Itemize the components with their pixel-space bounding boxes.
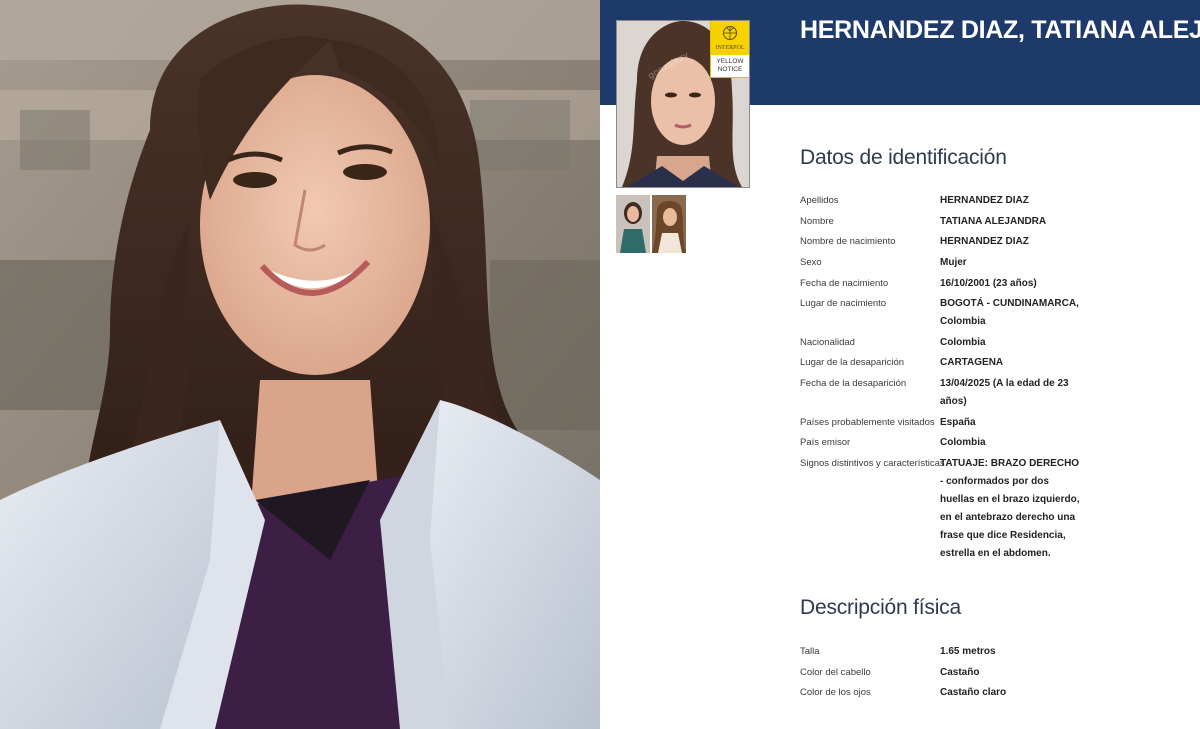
field-value: HERNANDEZ DIAZ bbox=[940, 236, 1029, 247]
portrait-photo bbox=[0, 0, 600, 729]
field-value: 1.65 metros bbox=[940, 646, 996, 657]
field-value: BOGOTÁ - CUNDINAMARCA, Colombia bbox=[940, 298, 1079, 327]
field-label: Apellidos bbox=[800, 195, 839, 206]
field-value: 16/10/2001 (23 años) bbox=[940, 278, 1037, 289]
field-label: Nacionalidad bbox=[800, 337, 855, 348]
identification-heading: Datos de identificación bbox=[800, 146, 1007, 169]
thumbnail-photo-2[interactable] bbox=[652, 195, 686, 253]
badge-type-label: YELLOW NOTICE bbox=[711, 58, 749, 74]
person-name-title: HERNANDEZ DIAZ, TATIANA ALEJANDRA bbox=[800, 16, 1200, 44]
field-label: Color de los ojos bbox=[800, 687, 871, 698]
field-value: Mujer bbox=[940, 257, 967, 268]
yellow-notice-badge: INTERPOL YELLOW NOTICE bbox=[710, 21, 749, 78]
field-value: Castaño claro bbox=[940, 687, 1007, 698]
field-value: HERNANDEZ DIAZ bbox=[940, 195, 1029, 206]
field-label: Lugar de la desaparición bbox=[800, 357, 905, 368]
field-value: 13/04/2025 (A la edad de 23 años) bbox=[940, 378, 1069, 407]
field-label: Color del cabello bbox=[800, 667, 871, 678]
field-value: Colombia bbox=[940, 337, 986, 348]
notice-page: HERNANDEZ DIAZ, TATIANA ALEJANDRA gonzal… bbox=[600, 0, 1200, 729]
field-label: Fecha de nacimiento bbox=[800, 278, 889, 289]
field-label: Países probablemente visitados bbox=[800, 417, 935, 428]
field-label: Nombre de nacimiento bbox=[800, 236, 896, 247]
badge-type-line2: NOTICE bbox=[717, 66, 743, 73]
field-label: Signos distintivos y características bbox=[800, 458, 945, 469]
field-value: Castaño bbox=[940, 667, 980, 678]
badge-org-label: INTERPOL bbox=[715, 45, 745, 51]
field-label: Lugar de nacimiento bbox=[800, 298, 887, 309]
field-label: Fecha de la desaparición bbox=[800, 378, 907, 389]
field-label: Sexo bbox=[800, 257, 822, 268]
composite-image: HERNANDEZ DIAZ, TATIANA ALEJANDRA gonzal… bbox=[0, 0, 1200, 729]
interpol-emblem-icon bbox=[723, 26, 737, 40]
field-label: Nombre bbox=[800, 216, 834, 227]
field-label: País emisor bbox=[800, 437, 851, 448]
field-label: Talla bbox=[800, 646, 820, 657]
physical-description-heading: Descripción física bbox=[800, 596, 961, 619]
field-value: CARTAGENA bbox=[940, 357, 1004, 368]
field-value: TATUAJE: BRAZO DERECHO - conformados por… bbox=[940, 458, 1080, 559]
field-value: TATIANA ALEJANDRA bbox=[940, 216, 1047, 227]
field-value: España bbox=[940, 417, 976, 428]
notice-main-photo[interactable]: gonzalezy INTERPOL YELLOW NOTICE bbox=[616, 20, 750, 188]
thumbnail-photo-1[interactable] bbox=[616, 195, 650, 253]
badge-type-line1: YELLOW bbox=[716, 58, 744, 65]
field-value: Colombia bbox=[940, 437, 986, 448]
